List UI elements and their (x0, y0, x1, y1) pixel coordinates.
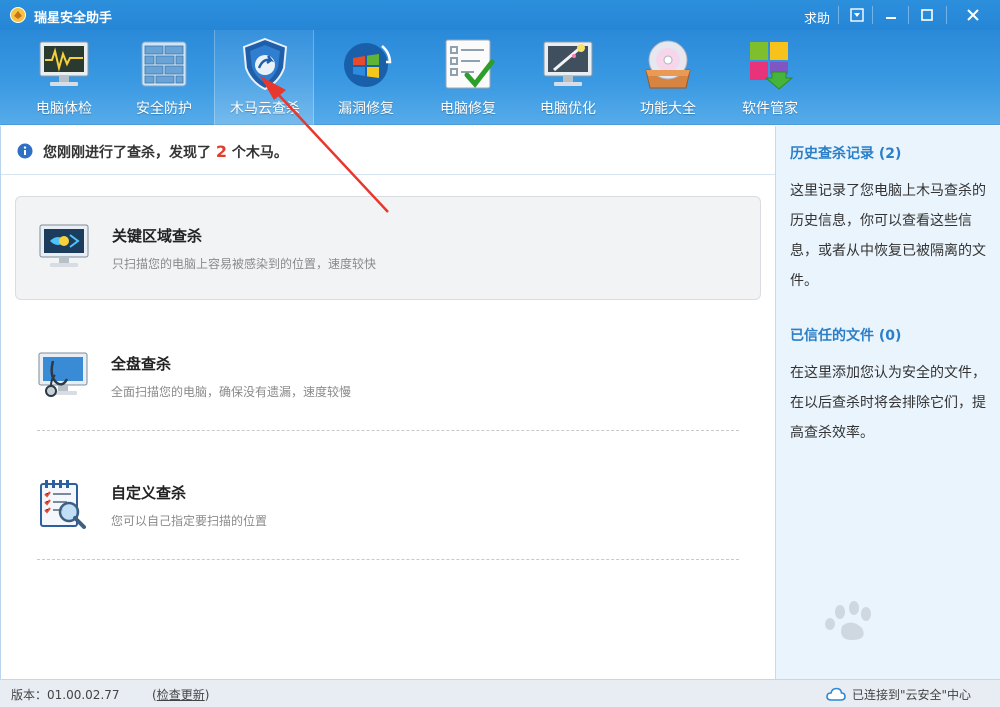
scan-option-title: 全盘查杀 (111, 355, 172, 373)
titlebar-separator (838, 6, 839, 24)
menu-button[interactable] (842, 2, 872, 28)
scan-option-title: 自定义查杀 (111, 484, 187, 502)
scan-option-title: 关键区域查杀 (112, 227, 203, 245)
minimize-icon (886, 17, 896, 19)
disc-box-icon (645, 40, 691, 89)
notice-text: 您刚刚进行了查杀，发现了 2 个木马。 (43, 142, 288, 162)
status-bar: 版本：01.00.02.77 (检查更新) 已连接到"云安全"中心 (0, 679, 1000, 707)
dashed-divider (37, 430, 739, 431)
firewall-icon (141, 41, 187, 87)
info-icon (17, 143, 33, 159)
toolbar-item-label: 电脑修复 (440, 101, 496, 117)
cloud-icon (826, 687, 846, 701)
close-button[interactable] (958, 2, 988, 28)
toolbar-item-features[interactable]: 功能大全 (618, 30, 718, 125)
scan-option-description: 全面扫描您的电脑，确保没有遗漏，速度较慢 (111, 385, 352, 399)
maximize-button[interactable] (912, 2, 942, 28)
toolbar-item-label: 漏洞修复 (338, 101, 394, 117)
trojan-count: 2 (215, 142, 228, 161)
main-panel: 您刚刚进行了查杀，发现了 2 个木马。 关键区域查杀 只扫描您的电脑上容易被感染… (0, 126, 776, 679)
checklist-icon (445, 39, 495, 89)
notice-prefix: 您刚刚进行了查杀，发现了 (43, 145, 211, 161)
scan-option-full-disk[interactable]: 全盘查杀 全面扫描您的电脑，确保没有遗漏，速度较慢 (15, 325, 761, 429)
toolbar-item-trojan-scan[interactable]: 木马云查杀 (214, 30, 314, 125)
scan-option-key-areas[interactable]: 关键区域查杀 只扫描您的电脑上容易被感染到的位置，速度较快 (15, 196, 761, 300)
software-blocks-icon (750, 42, 794, 90)
toolbar-item-label: 软件管家 (742, 101, 798, 117)
titlebar-separator (908, 6, 909, 24)
side-panel: 历史查杀记录 (2) 这里记录了您电脑上木马查杀的历史信息，你可以查看这些信息，… (775, 126, 1000, 679)
toolbar-item-optimize[interactable]: 电脑优化 (518, 30, 618, 125)
main-toolbar: 电脑体检 安全防护 木马云查杀 漏洞修复 电脑修复 电脑优化 功能大全 软件管家 (0, 30, 1000, 125)
check-update-link[interactable]: (检查更新) (152, 686, 209, 703)
monitor-checkup-icon (39, 41, 89, 86)
titlebar-separator (872, 6, 873, 24)
toolbar-item-label: 功能大全 (640, 101, 696, 117)
trusted-files-link[interactable]: 已信任的文件 (0) (790, 325, 901, 345)
cloud-connection-status: 已连接到"云安全"中心 (852, 688, 972, 702)
app-title: 瑞星安全助手 (34, 11, 113, 26)
dashed-divider (37, 559, 739, 560)
toolbar-item-pc-repair[interactable]: 电脑修复 (418, 30, 518, 125)
dropdown-menu-icon (850, 8, 864, 22)
close-icon (967, 9, 979, 21)
history-description: 这里记录了您电脑上木马查杀的历史信息，你可以查看这些信息，或者从中恢复已被隔离的… (790, 183, 986, 289)
shield-icon (242, 37, 288, 91)
version-label: 版本：01.00.02.77 (11, 688, 120, 702)
help-link[interactable]: 求助 (804, 8, 830, 27)
rising-logo-icon (10, 7, 26, 23)
minimize-button[interactable] (876, 2, 906, 28)
history-records-link[interactable]: 历史查杀记录 (2) (790, 143, 901, 163)
toolbar-item-protection[interactable]: 安全防护 (114, 30, 214, 125)
notice-suffix: 个木马。 (231, 145, 288, 161)
titlebar-separator (946, 6, 947, 24)
toolbar-item-label: 电脑优化 (540, 101, 596, 117)
toolbar-item-software-manager[interactable]: 软件管家 (720, 30, 820, 125)
maximize-icon (921, 9, 933, 21)
optimize-wand-icon (543, 41, 593, 86)
toolbar-item-checkup[interactable]: 电脑体检 (14, 30, 114, 125)
update-paren-close: ) (204, 688, 210, 702)
toolbar-item-vuln-fix[interactable]: 漏洞修复 (316, 30, 416, 125)
toolbar-item-label: 电脑体检 (36, 101, 92, 117)
scan-option-description: 您可以自己指定要扫描的位置 (111, 514, 268, 528)
scan-option-description: 只扫描您的电脑上容易被感染到的位置，速度较快 (112, 257, 377, 271)
trusted-description: 在这里添加您认为安全的文件，在以后查杀时将会排除它们，提高查杀效率。 (790, 365, 986, 441)
stethoscope-monitor-icon (38, 352, 88, 397)
scan-option-custom[interactable]: 自定义查杀 您可以自己指定要扫描的位置 (15, 454, 761, 558)
checklist-magnifier-icon (40, 480, 86, 529)
divider (1, 174, 776, 175)
windows-update-icon (344, 43, 392, 87)
title-bar: 瑞星安全助手 求助 (0, 0, 1000, 30)
update-link-text: 检查更新 (156, 688, 205, 702)
radar-monitor-icon (39, 224, 89, 267)
toolbar-item-label: 安全防护 (136, 101, 192, 117)
toolbar-item-label: 木马云查杀 (230, 101, 300, 117)
